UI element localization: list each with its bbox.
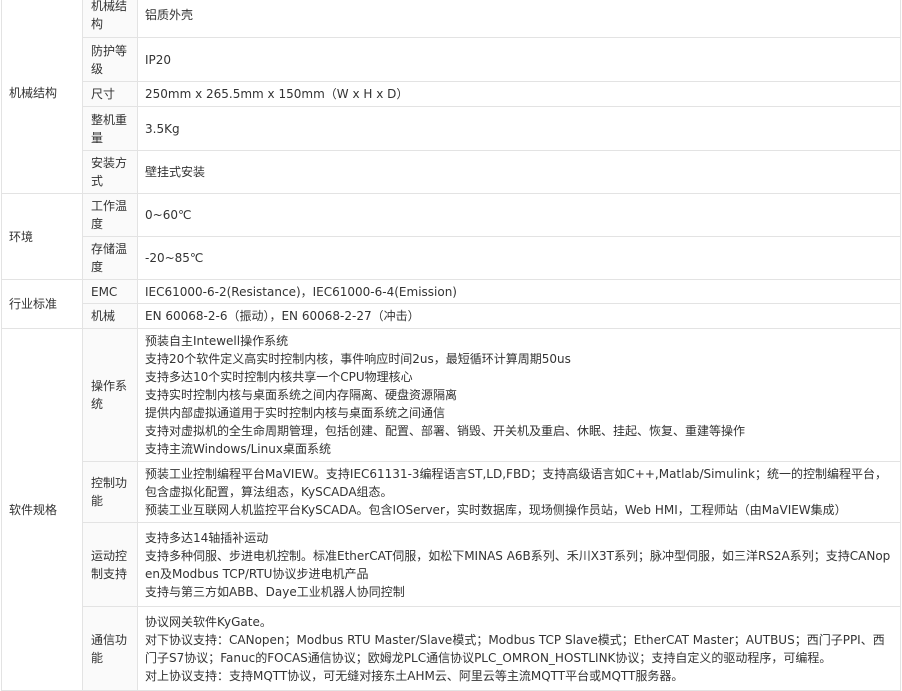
row-value: IEC61000-6-2(Resistance)，IEC61000-6-4(Em… bbox=[137, 279, 901, 304]
motion-line: 支持多达14轴插补运动 bbox=[145, 530, 269, 545]
row-label: 运动控制支持 bbox=[82, 522, 138, 607]
row-value: 3.5Kg bbox=[137, 106, 901, 151]
row-value: 250mm x 265.5mm x 150mm（W x H x D） bbox=[137, 81, 901, 107]
os-line: 支持20个软件定义高实时控制内核，事件响应时间2us，最短循环计算周期50us bbox=[145, 352, 571, 366]
row-label: EMC bbox=[82, 279, 138, 304]
comm-line: 协议网关软件KyGate。 bbox=[145, 614, 272, 629]
table-row: 运动控制支持 支持多达14轴插补运动 支持多种伺服、步进电机控制。标准Ether… bbox=[2, 522, 901, 607]
table-row: 安装方式 壁挂式安装 bbox=[2, 150, 901, 194]
comm-line: 对下协议支持：CANopen；Modbus RTU Master/Slave模式… bbox=[145, 632, 885, 665]
table-row: 机械 EN 60068-2-6（振动），EN 60068-2-27（冲击） bbox=[2, 303, 901, 329]
category-environment: 环境 bbox=[1, 193, 83, 280]
row-value: 协议网关软件KyGate。 对下协议支持：CANopen；Modbus RTU … bbox=[137, 606, 901, 691]
row-value: 0~60℃ bbox=[137, 193, 901, 237]
row-label: 机械结构 bbox=[82, 0, 138, 38]
row-label: 操作系统 bbox=[82, 328, 138, 462]
table-row: 存储温度 -20~85℃ bbox=[2, 236, 901, 280]
os-line: 支持主流Windows/Linux桌面系统 bbox=[145, 442, 331, 456]
row-label: 整机重量 bbox=[82, 106, 138, 151]
table-row: 整机重量 3.5Kg bbox=[2, 106, 901, 151]
table-row: 通信功能 协议网关软件KyGate。 对下协议支持：CANopen；Modbus… bbox=[2, 606, 901, 691]
control-line: 预装工业控制编程平台MaVIEW。支持IEC61131-3编程语言ST,LD,F… bbox=[145, 467, 887, 499]
row-value: 预装工业控制编程平台MaVIEW。支持IEC61131-3编程语言ST,LD,F… bbox=[137, 461, 901, 523]
motion-line: 支持多种伺服、步进电机控制。标准EtherCAT伺服，如松下MINAS A6B系… bbox=[145, 548, 891, 581]
os-line: 提供内部虚拟通道用于实时控制内核与桌面系统之间通信 bbox=[145, 406, 446, 420]
os-line: 支持多达10个实时控制内核共享一个CPU物理核心 bbox=[145, 370, 413, 384]
row-value: 壁挂式安装 bbox=[137, 150, 901, 194]
table-row: 环境 工作温度 0~60℃ bbox=[1, 193, 901, 280]
table-row: 控制功能 预装工业控制编程平台MaVIEW。支持IEC61131-3编程语言ST… bbox=[2, 461, 901, 523]
table-row: 行业标准 EMC IEC61000-6-2(Resistance)，IEC610… bbox=[1, 279, 901, 329]
row-value: 铝质外壳 bbox=[137, 0, 901, 38]
table-row: 尺寸 250mm x 265.5mm x 150mm（W x H x D） bbox=[2, 81, 901, 107]
os-line: 预装自主Intewell操作系统 bbox=[145, 334, 289, 348]
row-label: 尺寸 bbox=[82, 81, 138, 107]
row-value: EN 60068-2-6（振动），EN 60068-2-27（冲击） bbox=[137, 303, 901, 329]
spec-table: 机械结构 机械结构 铝质外壳 防护等级 IP20 尺寸 250mm x 265.… bbox=[1, 0, 901, 691]
row-label: 机械 bbox=[82, 303, 138, 329]
row-label: 控制功能 bbox=[82, 461, 138, 523]
row-label: 工作温度 bbox=[82, 193, 138, 237]
row-value: -20~85℃ bbox=[137, 236, 901, 280]
row-value: 预装自主Intewell操作系统 支持20个软件定义高实时控制内核，事件响应时间… bbox=[137, 328, 901, 462]
row-label: 通信功能 bbox=[82, 606, 138, 691]
row-label: 存储温度 bbox=[82, 236, 138, 280]
row-value: 支持多达14轴插补运动 支持多种伺服、步进电机控制。标准EtherCAT伺服，如… bbox=[137, 522, 901, 607]
row-value: IP20 bbox=[137, 37, 901, 82]
table-row: 软件规格 操作系统 预装自主Intewell操作系统 支持20个软件定义高实时控… bbox=[1, 328, 901, 691]
table-row: 机械结构 机械结构 铝质外壳 bbox=[1, 0, 901, 194]
motion-line: 支持与第三方如ABB、Daye工业机器人协同控制 bbox=[145, 584, 405, 599]
category-software: 软件规格 bbox=[1, 328, 83, 691]
row-label: 防护等级 bbox=[82, 37, 138, 82]
control-line: 预装工业互联网人机监控平台KySCADA。包含IOServer，实时数据库，现场… bbox=[145, 503, 847, 517]
os-line: 支持实时控制内核与桌面系统之间内存隔离、硬盘资源隔离 bbox=[145, 388, 458, 402]
table-row: 防护等级 IP20 bbox=[2, 37, 901, 82]
row-label: 安装方式 bbox=[82, 150, 138, 194]
category-mechanical: 机械结构 bbox=[1, 0, 83, 194]
category-standards: 行业标准 bbox=[1, 279, 83, 329]
os-line: 支持对虚拟机的全生命周期管理，包括创建、配置、部署、销毁、开关机及重启、休眠、挂… bbox=[145, 424, 746, 438]
